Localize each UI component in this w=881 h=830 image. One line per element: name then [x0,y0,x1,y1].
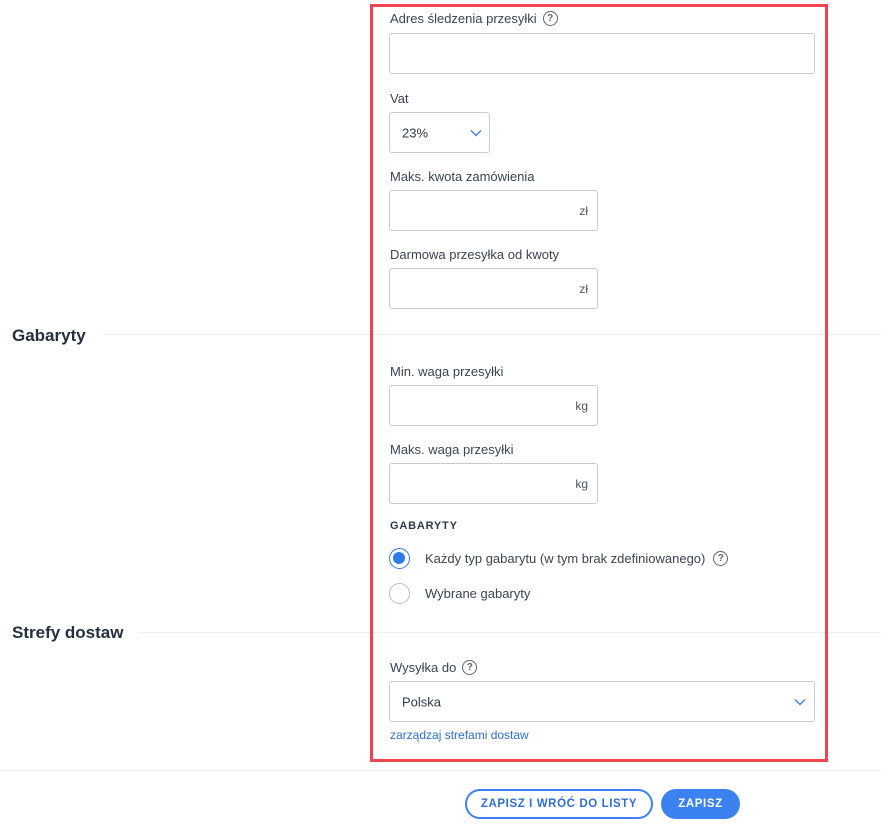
free-shipping-threshold-label: Darmowa przesyłka od kwoty [390,247,559,262]
shipping-to-select[interactable]: Polska [389,681,815,722]
min-weight-label-text: Min. waga przesyłki [390,364,504,379]
currency-suffix: zł [579,203,588,218]
save-button[interactable]: ZAPISZ [661,789,740,819]
radio-button-checked[interactable] [389,548,410,569]
min-weight-label: Min. waga przesyłki [390,364,503,379]
min-weight-input[interactable]: kg [389,385,598,426]
vat-label: Vat [390,91,409,106]
dimensions-subheading: GABARYTY [390,520,458,532]
tracking-address-input[interactable] [389,33,815,74]
chevron-down-icon [470,129,482,136]
section-divider-zones [138,632,881,633]
tracking-address-label-text: Adres śledzenia przesyłki [390,11,537,26]
max-order-amount-input[interactable]: zł [389,190,598,231]
question-circle-icon[interactable]: ? [542,11,558,26]
radio-option-selected-dimensions[interactable]: Wybrane gabaryty [389,583,530,604]
max-weight-label: Maks. waga przesyłki [390,442,514,457]
vat-select[interactable]: 23% [389,112,490,153]
shipping-to-selected-value: Polska [402,694,442,709]
currency-suffix: zł [579,281,588,296]
chevron-down-icon [794,698,806,705]
manage-delivery-zones-link[interactable]: zarządzaj strefami dostaw [390,728,529,742]
shipping-to-label-text: Wysyłka do [390,660,457,675]
radio-button-unchecked[interactable] [389,583,410,604]
radio-option-label: Wybrane gabaryty [425,586,530,601]
radio-option-label: Każdy typ gabarytu (w tym brak zdefiniow… [425,551,729,566]
save-and-return-button[interactable]: ZAPISZ I WRÓĆ DO LISTY [465,789,653,819]
section-divider-dimensions [102,334,881,335]
radio-option-any-dimension[interactable]: Każdy typ gabarytu (w tym brak zdefiniow… [389,548,729,569]
section-title-dimensions: Gabaryty [12,326,86,345]
free-shipping-threshold-input[interactable]: zł [389,268,598,309]
max-weight-input[interactable]: kg [389,463,598,504]
section-title-delivery-zones: Strefy dostaw [12,623,124,642]
question-circle-icon[interactable]: ? [713,551,729,566]
shipping-to-label: Wysyłka do ? [390,660,478,675]
vat-selected-value: 23% [402,125,429,140]
max-weight-label-text: Maks. waga przesyłki [390,442,514,457]
radio-option-label-text: Wybrane gabaryty [425,586,531,601]
tracking-address-label: Adres śledzenia przesyłki ? [390,11,558,26]
weight-unit-suffix: kg [575,398,588,413]
max-order-amount-label-text: Maks. kwota zamówienia [390,169,535,184]
free-shipping-threshold-label-text: Darmowa przesyłka od kwoty [390,247,560,262]
weight-unit-suffix: kg [575,476,588,491]
vat-label-text: Vat [390,91,409,106]
radio-option-label-text: Każdy typ gabarytu (w tym brak zdefiniow… [425,551,706,566]
question-circle-icon[interactable]: ? [462,660,478,675]
max-order-amount-label: Maks. kwota zamówienia [390,169,535,184]
footer-divider [0,770,881,771]
